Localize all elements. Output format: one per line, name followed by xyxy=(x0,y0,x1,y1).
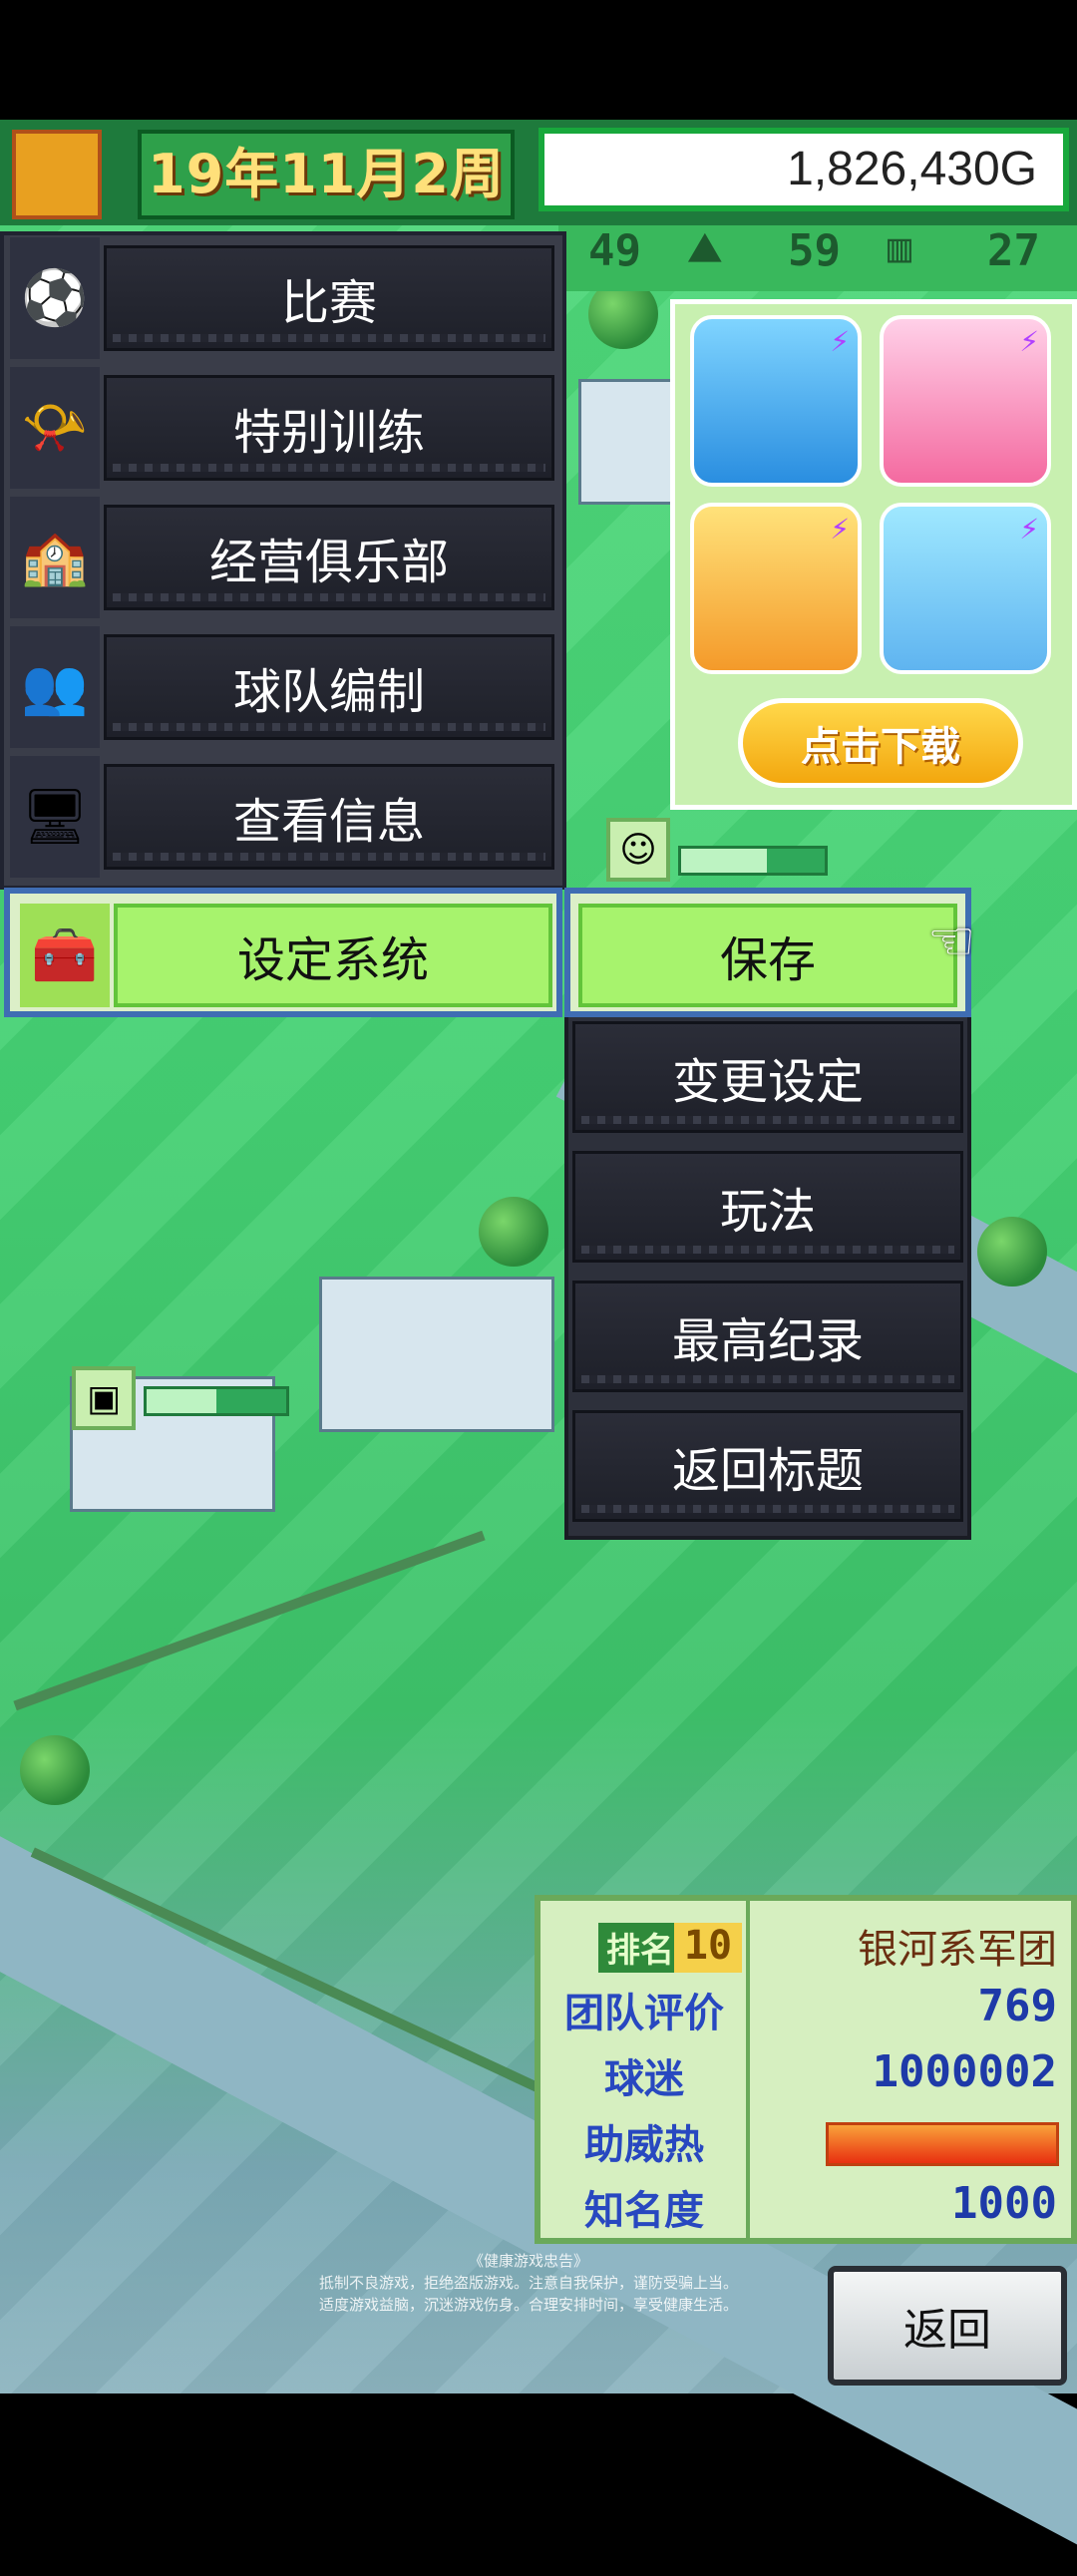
popularity-value: 1000 xyxy=(951,2178,1057,2229)
rank-value: 10 xyxy=(674,1923,742,1973)
menu-button-label[interactable]: 经营俱乐部 xyxy=(104,505,554,610)
date-display: 19年11月2周 xyxy=(138,130,515,219)
building xyxy=(578,379,674,505)
submenu-item-save[interactable]: 保存 xyxy=(564,888,971,1017)
team-rating-value: 769 xyxy=(977,1981,1057,2031)
fence xyxy=(13,1530,486,1711)
menu-button-label[interactable]: 比赛 xyxy=(104,245,554,351)
menu-item-match[interactable]: ⚽ 比赛 xyxy=(10,237,554,359)
rank-label: 排名 xyxy=(598,1923,682,1973)
robot-marker-icon[interactable]: ▣ xyxy=(72,1366,136,1430)
cheer-label: 助威热 xyxy=(584,2122,704,2168)
whistle-icon: 📯 xyxy=(10,367,100,489)
computer-icon: 🖥 xyxy=(10,756,100,878)
pointing-hand-icon: ☜ xyxy=(927,910,976,972)
menu-item-manage-club[interactable]: 🏫 经营俱乐部 xyxy=(10,497,554,618)
clubhouse-icon: 🏫 xyxy=(10,497,100,618)
ad-game-tile-park[interactable]: ⚡ xyxy=(880,315,1051,487)
menu-button-label[interactable]: 特别训练 xyxy=(104,375,554,481)
toolbox-icon: 🧰 xyxy=(20,904,110,1007)
panel-divider xyxy=(746,1901,750,2238)
back-button[interactable]: 返回 xyxy=(828,2266,1067,2386)
system-settings-button[interactable]: 设定系统 xyxy=(114,904,552,1007)
cheer-meter-fill xyxy=(829,2125,1056,2163)
robot-progress-fill xyxy=(147,1389,216,1413)
health-notice-title: 《健康游戏忠告》 xyxy=(468,2252,588,2270)
download-button[interactable]: 点击下载 xyxy=(738,698,1023,788)
staff-progress-fill xyxy=(681,849,768,873)
money-display: 1,826,430G xyxy=(538,128,1069,211)
tree xyxy=(479,1197,548,1267)
cheer-meter xyxy=(826,2122,1059,2166)
team-rating-label: 团队评价 xyxy=(564,1991,724,2036)
team-name: 银河系军团 xyxy=(858,1927,1057,1973)
menu-item-system-settings[interactable]: 🧰 设定系统 xyxy=(4,888,562,1017)
menu-item-special-training[interactable]: 📯 特别训练 xyxy=(10,367,554,489)
staff-marker-icon[interactable]: ☺ xyxy=(606,818,670,882)
ad-game-tile-ninja[interactable]: ⚡ xyxy=(690,503,862,674)
lightning-icon: ⚡ xyxy=(1019,513,1039,546)
menu-item-team-formation[interactable]: 👥 球队编制 xyxy=(10,626,554,748)
stat-value: 49 xyxy=(588,225,641,276)
robot-progress-bar xyxy=(144,1386,289,1416)
ad-game-tile-castle[interactable]: ⚡ xyxy=(880,503,1051,674)
stat-value: 59 xyxy=(788,225,841,276)
soccer-ball-icon: ⚽ xyxy=(10,237,100,359)
stat-value: 27 xyxy=(987,225,1040,276)
lightning-icon: ⚡ xyxy=(830,513,850,546)
high-score-button[interactable]: 最高纪录 xyxy=(572,1281,963,1392)
players-icon: 👥 xyxy=(10,626,100,748)
season-leaf-icon xyxy=(12,130,102,219)
change-settings-button[interactable]: 变更设定 xyxy=(572,1021,963,1133)
return-to-title-button[interactable]: 返回标题 xyxy=(572,1410,963,1522)
health-notice-line: 抵制不良游戏，拒绝盗版游戏。注意自我保护，谨防受骗上当。 xyxy=(318,2274,738,2292)
mountain-icon: ⛰ xyxy=(688,225,722,271)
fans-value: 1000002 xyxy=(872,2046,1057,2097)
fans-label: 球迷 xyxy=(604,2056,684,2102)
how-to-play-button[interactable]: 玩法 xyxy=(572,1151,963,1263)
tree xyxy=(977,1217,1047,1287)
staff-progress-bar xyxy=(678,846,828,876)
field-icon: ▥ xyxy=(888,225,912,271)
lightning-icon: ⚡ xyxy=(1019,325,1039,358)
tree xyxy=(20,1735,90,1805)
menu-button-label[interactable]: 查看信息 xyxy=(104,764,554,870)
menu-button-label[interactable]: 球队编制 xyxy=(104,634,554,740)
menu-item-view-info[interactable]: 🖥 查看信息 xyxy=(10,756,554,878)
ad-game-tile-pirates[interactable]: ⚡ xyxy=(690,315,862,487)
save-button[interactable]: 保存 xyxy=(578,904,957,1007)
popularity-label: 知名度 xyxy=(584,2188,704,2234)
stadium-building xyxy=(319,1277,554,1432)
lightning-icon: ⚡ xyxy=(830,325,850,358)
health-notice-line: 适度游戏益脑，沉迷游戏伤身。合理安排时间，享受健康生活。 xyxy=(318,2296,738,2314)
health-notice: 《健康游戏忠告》 抵制不良游戏，拒绝盗版游戏。注意自我保护，谨防受骗上当。 适度… xyxy=(269,2250,788,2316)
